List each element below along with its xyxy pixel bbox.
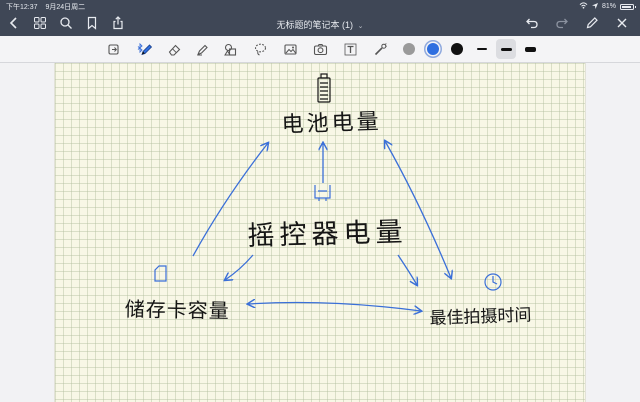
handwritten-storage-label: 储存卡容量 <box>124 296 230 323</box>
arrow-remote-time <box>397 254 417 285</box>
document-title-text: 无标题的笔记本 (1) <box>276 20 354 30</box>
text-icon[interactable] <box>342 41 358 57</box>
image-icon[interactable] <box>282 41 298 57</box>
handwritten-battery-label: 电池电量 <box>281 109 383 138</box>
location-icon <box>591 2 598 11</box>
pencil-icon[interactable] <box>584 15 600 31</box>
eraser-icon[interactable] <box>166 41 182 57</box>
undo-icon[interactable] <box>524 15 540 31</box>
note-page[interactable]: 电池电量 摇控器电量 储存卡容量 最佳拍摄时间 <box>54 63 586 402</box>
redo-icon[interactable] <box>554 15 570 31</box>
pen-icon[interactable] <box>138 41 154 57</box>
status-date: 9月24日周二 <box>45 4 86 11</box>
status-bar: 下午12:37 9月24日周二 81% <box>0 0 640 12</box>
remote-drawing-icon <box>314 185 331 201</box>
color-swatch-gray[interactable] <box>403 43 415 55</box>
arrow-remote-storage <box>225 254 254 280</box>
color-swatch-blue[interactable] <box>427 43 439 55</box>
lasso-icon[interactable] <box>252 41 268 57</box>
handwritten-time-label: 最佳拍摄时间 <box>429 305 532 329</box>
read-mode-icon[interactable] <box>106 41 122 57</box>
stroke-thick[interactable] <box>520 39 540 59</box>
camera-icon[interactable] <box>312 41 328 57</box>
sdcard-drawing-icon <box>154 265 167 282</box>
nav-bar: 无标题的笔记本 (1) ⌄ <box>0 12 640 36</box>
stroke-medium[interactable] <box>496 39 516 59</box>
battery-icon <box>620 3 636 10</box>
battery-drawing-icon <box>317 73 331 103</box>
shapes-icon[interactable] <box>222 41 238 57</box>
battery-percent: 81% <box>601 3 616 10</box>
close-icon[interactable] <box>614 15 630 31</box>
chevron-down-icon: ⌄ <box>357 23 364 30</box>
wifi-icon <box>579 2 588 11</box>
drawing-toolbar <box>0 36 640 63</box>
laser-pointer-icon[interactable] <box>372 41 388 57</box>
arrow-storage-time <box>248 303 421 311</box>
stroke-thin[interactable] <box>472 39 492 59</box>
status-time: 下午12:37 <box>6 4 38 11</box>
color-swatch-black[interactable] <box>451 43 463 55</box>
highlighter-icon[interactable] <box>194 41 210 57</box>
handwritten-remote-label: 摇控器电量 <box>247 216 408 252</box>
canvas-area: 电池电量 摇控器电量 储存卡容量 最佳拍摄时间 <box>0 63 640 402</box>
clock-drawing-icon <box>484 273 502 291</box>
